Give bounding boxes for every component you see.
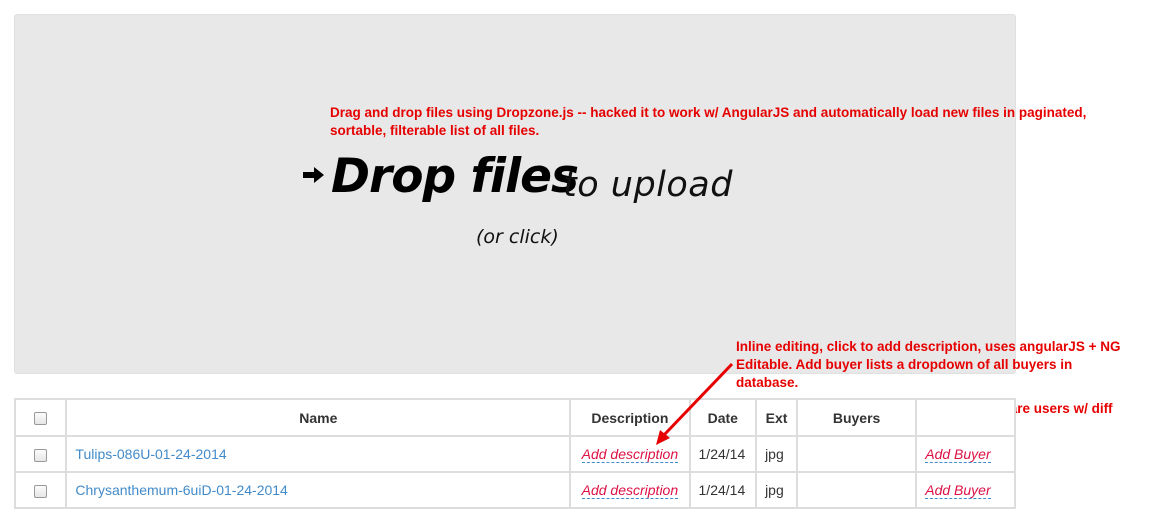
buyers-cell	[795, 471, 918, 509]
date-cell: 1/24/14	[688, 435, 758, 473]
ext-cell: jpg	[755, 435, 798, 473]
ext-cell: jpg	[755, 471, 798, 509]
column-header-description[interactable]: Description	[569, 398, 691, 437]
add-description-link[interactable]: Add description	[581, 446, 679, 463]
right-arrow-icon	[303, 167, 324, 183]
add-description-link[interactable]: Add description	[581, 482, 679, 499]
add-buyer-cell: Add Buyer	[915, 471, 1016, 509]
row-select-cell	[13, 435, 68, 473]
table-row: Chrysanthemum-6uiD-01-24-2014 Add descri…	[13, 471, 1016, 509]
row-select-cell	[13, 471, 68, 509]
description-cell: Add description	[569, 471, 691, 509]
date-cell: 1/24/14	[688, 471, 758, 509]
file-name-cell: Tulips-086U-01-24-2014	[65, 435, 572, 473]
column-header-actions	[915, 398, 1016, 437]
buyers-cell	[795, 435, 918, 473]
file-name-link[interactable]: Tulips-086U-01-24-2014	[75, 446, 226, 462]
column-header-date[interactable]: Date	[688, 398, 758, 437]
file-name-cell: Chrysanthemum-6uiD-01-24-2014	[65, 471, 572, 509]
column-header-name[interactable]: Name	[65, 398, 572, 437]
file-name-link[interactable]: Chrysanthemum-6uiD-01-24-2014	[75, 482, 287, 498]
dropzone-subtitle: to upload	[563, 165, 733, 205]
select-all-checkbox[interactable]	[34, 412, 48, 426]
dropzone-title: Drop files	[331, 149, 579, 204]
add-buyer-link[interactable]: Add Buyer	[925, 482, 991, 499]
row-checkbox[interactable]	[34, 448, 48, 462]
files-table: Name Description Date Ext Buyers Tulips-…	[13, 398, 1016, 509]
description-cell: Add description	[569, 435, 691, 473]
dropzone-hint: (or click)	[476, 226, 559, 248]
column-header-buyers[interactable]: Buyers	[795, 398, 918, 437]
select-all-cell	[13, 398, 68, 437]
table-header-row: Name Description Date Ext Buyers	[13, 398, 1016, 437]
column-header-ext[interactable]: Ext	[755, 398, 798, 437]
inline-editing-annotation: Inline editing, click to add description…	[736, 339, 1121, 390]
row-checkbox[interactable]	[34, 484, 48, 498]
dropzone-annotation: Drag and drop files using Dropzone.js --…	[330, 105, 1087, 138]
add-buyer-link[interactable]: Add Buyer	[925, 446, 991, 463]
add-buyer-cell: Add Buyer	[915, 435, 1016, 473]
table-row: Tulips-086U-01-24-2014 Add description 1…	[13, 435, 1016, 473]
